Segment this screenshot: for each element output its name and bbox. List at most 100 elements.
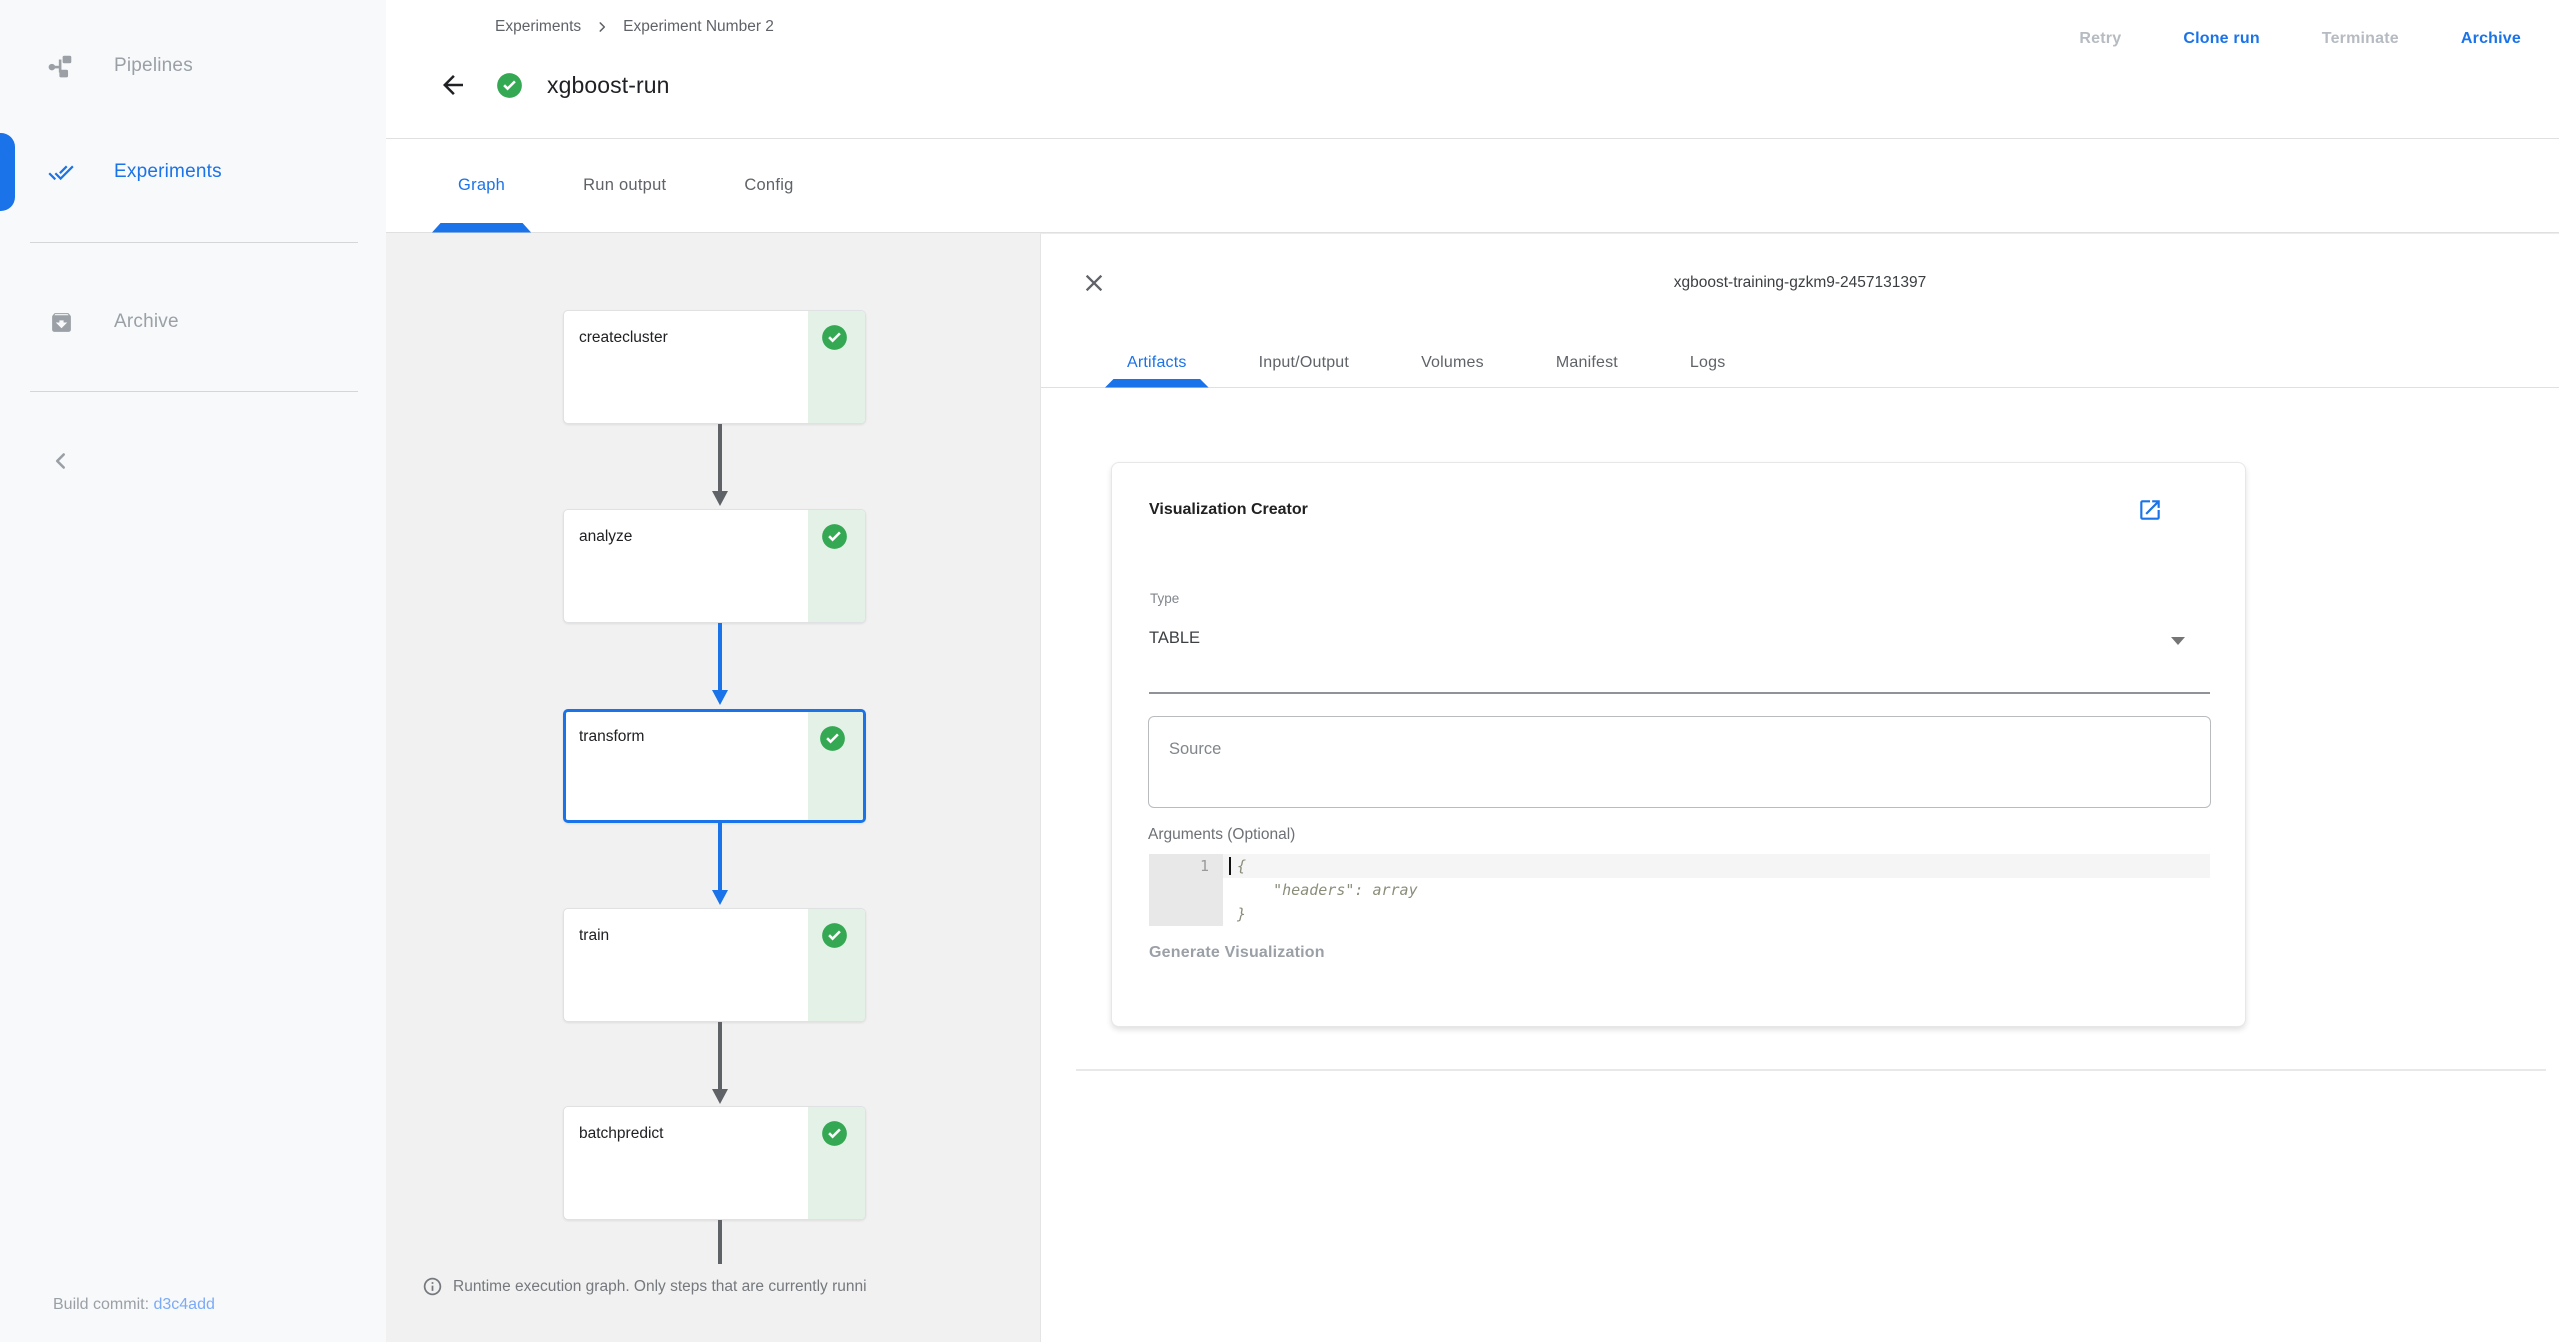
graph-node-transform[interactable]: transform	[563, 709, 866, 823]
archive-icon	[48, 309, 74, 335]
edge-arrow	[712, 1022, 728, 1104]
type-select[interactable]	[1112, 573, 2245, 695]
source-input[interactable]: Source	[1148, 716, 2211, 808]
source-input-placeholder: Source	[1169, 740, 1222, 758]
type-select-underline	[1149, 692, 2210, 694]
node-success-icon	[819, 725, 846, 752]
edge-arrow-selected	[712, 823, 728, 905]
node-success-icon	[821, 1120, 848, 1147]
build-commit-link[interactable]: d3c4add	[153, 1296, 214, 1313]
graph-node-batchpredict[interactable]: batchpredict	[563, 1106, 866, 1220]
node-success-icon	[821, 922, 848, 949]
line-number: 1	[1199, 857, 1209, 875]
experiments-icon	[48, 159, 74, 185]
kubeflow-pipelines-app: Pipelines Experiments Archive Build comm…	[0, 0, 2559, 1342]
node-label: createcluster	[579, 329, 668, 346]
terminate-button[interactable]: Terminate	[2322, 30, 2399, 48]
tab-volumes[interactable]: Volumes	[1399, 339, 1506, 388]
retry-button[interactable]: Retry	[2079, 30, 2121, 48]
sidebar-divider	[30, 242, 358, 243]
type-select-label: Type	[1150, 591, 1180, 606]
sidebar-item-pipelines[interactable]: Pipelines	[0, 38, 386, 94]
graph-note: Runtime execution graph. Only steps that…	[422, 1276, 867, 1297]
pipelines-icon	[48, 53, 74, 79]
code-gutter: 1	[1149, 854, 1223, 926]
clone-run-button[interactable]: Clone run	[2183, 30, 2259, 48]
tab-logs[interactable]: Logs	[1668, 339, 1748, 388]
graph-node-train[interactable]: train	[563, 908, 866, 1022]
run-actions: Retry Clone run Terminate Archive	[2079, 30, 2521, 48]
sidebar-item-archive[interactable]: Archive	[0, 294, 386, 350]
tab-label: Run output	[583, 176, 667, 194]
run-success-icon	[496, 72, 523, 99]
tab-run-output[interactable]: Run output	[557, 139, 692, 233]
build-commit-label: Build commit:	[53, 1296, 154, 1313]
breadcrumb-experiments[interactable]: Experiments	[495, 18, 581, 36]
node-label: transform	[579, 728, 645, 745]
node-success-icon	[821, 523, 848, 550]
sidebar-item-label: Archive	[114, 311, 179, 332]
type-select-value: TABLE	[1149, 629, 1201, 647]
artifacts-tab-content: Visualization Creator Type TABLE Source …	[1041, 388, 2559, 1342]
active-tab-indicator	[432, 223, 531, 233]
chevron-right-icon	[599, 22, 606, 32]
tab-label: Logs	[1689, 354, 1726, 371]
info-icon	[423, 1277, 442, 1296]
step-name: xgboost-training-gzkm9-2457131397	[1673, 274, 1927, 291]
run-title: xgboost-run	[547, 71, 670, 98]
node-label: batchpredict	[579, 1125, 664, 1142]
step-detail-tabs: Artifacts Input/Output Volumes Manifest …	[1041, 339, 2559, 388]
text-cursor	[1229, 857, 1231, 875]
tab-input-output[interactable]: Input/Output	[1237, 339, 1371, 388]
run-tabbar: Graph Run output Config	[386, 139, 2559, 233]
collapse-sidebar-button[interactable]	[44, 444, 78, 478]
node-success-icon	[821, 324, 848, 351]
graph-node-createcluster[interactable]: createcluster	[563, 310, 866, 424]
graph-note-text: Runtime execution graph. Only steps that…	[453, 1277, 867, 1295]
tab-label: Artifacts	[1127, 354, 1187, 371]
sidebar-divider	[30, 391, 358, 392]
tab-label: Graph	[458, 176, 506, 194]
run-header: Experiments Experiment Number 2 Retry Cl…	[386, 0, 2559, 139]
code-lines: { "headers": array }	[1223, 854, 2210, 926]
sidebar-item-label: Experiments	[114, 161, 222, 182]
tab-label: Manifest	[1555, 354, 1618, 371]
active-nav-indicator	[0, 133, 15, 211]
step-detail-panel: xgboost-training-gzkm9-2457131397 Artifa…	[1040, 233, 2559, 1342]
sidebar-item-experiments[interactable]: Experiments	[0, 133, 386, 211]
open-in-new-icon[interactable]	[2135, 495, 2165, 525]
back-arrow-icon[interactable]	[436, 68, 470, 102]
visualization-creator-title: Visualization Creator	[1149, 501, 1308, 518]
edge-arrow	[712, 424, 728, 506]
code-line: }	[1237, 905, 1247, 923]
arguments-label: Arguments (Optional)	[1148, 826, 1296, 843]
tab-manifest[interactable]: Manifest	[1534, 339, 1640, 388]
chevron-down-icon[interactable]	[2171, 637, 2185, 645]
tab-config[interactable]: Config	[718, 139, 819, 233]
edge-arrow-selected	[712, 623, 728, 705]
sidebar-item-label: Pipelines	[114, 55, 193, 76]
pipeline-graph: createcluster analyze transform train ba…	[386, 233, 1040, 1342]
tab-graph[interactable]: Graph	[432, 139, 531, 233]
breadcrumb: Experiments Experiment Number 2	[495, 18, 774, 36]
node-label: train	[579, 927, 610, 944]
arguments-code-editor[interactable]: 1 { "headers": array }	[1149, 854, 2210, 928]
sidebar: Pipelines Experiments Archive Build comm…	[0, 0, 386, 1342]
code-line: {	[1223, 854, 2210, 878]
archive-button[interactable]: Archive	[2461, 30, 2521, 48]
breadcrumb-current: Experiment Number 2	[623, 18, 774, 35]
tab-label: Config	[744, 176, 794, 194]
code-line: "headers": array	[1237, 881, 1418, 899]
build-commit: Build commit: d3c4add	[53, 1296, 215, 1314]
section-divider	[1076, 1069, 2546, 1071]
run-content: createcluster analyze transform train ba…	[386, 233, 2559, 1342]
tab-label: Volumes	[1421, 354, 1484, 371]
tab-artifacts[interactable]: Artifacts	[1105, 339, 1209, 388]
graph-node-analyze[interactable]: analyze	[563, 509, 866, 623]
generate-visualization-button[interactable]: Generate Visualization	[1149, 944, 1325, 962]
run-title-row: xgboost-run	[436, 68, 670, 102]
tab-label: Input/Output	[1258, 354, 1350, 371]
visualization-creator-card: Visualization Creator Type TABLE Source …	[1111, 462, 2246, 1027]
main-area: Experiments Experiment Number 2 Retry Cl…	[386, 0, 2559, 1342]
node-label: analyze	[579, 528, 633, 545]
